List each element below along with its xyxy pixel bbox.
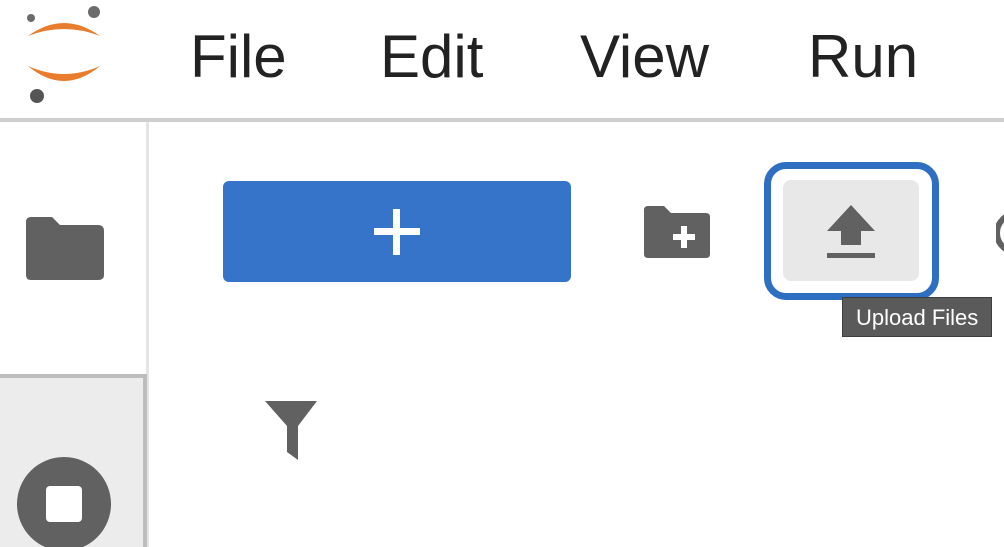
new-launcher-button[interactable] (223, 181, 571, 282)
plus-icon (374, 208, 420, 255)
upload-files-tooltip: Upload Files (842, 297, 993, 337)
refresh-icon[interactable] (996, 208, 1004, 258)
menu-file[interactable]: File (190, 22, 287, 92)
folder-plus-icon (644, 206, 710, 258)
menu-bar-divider (0, 118, 1004, 122)
new-folder-button[interactable] (634, 196, 722, 270)
jupyter-logo-icon[interactable] (22, 4, 108, 104)
stop-circle-icon[interactable] (16, 456, 112, 547)
filter-icon[interactable] (262, 398, 320, 462)
sidebar-active-indicator (143, 374, 147, 547)
menu-bar: File Edit View Run (0, 0, 1004, 118)
menu-view[interactable]: View (580, 22, 709, 92)
upload-icon (827, 204, 875, 258)
upload-files-button[interactable] (783, 180, 919, 281)
menu-edit[interactable]: Edit (380, 22, 483, 92)
jupyterlab-window: File Edit View Run Upload Files (0, 0, 1004, 547)
menu-run[interactable]: Run (808, 22, 918, 92)
folder-icon[interactable] (22, 214, 106, 282)
